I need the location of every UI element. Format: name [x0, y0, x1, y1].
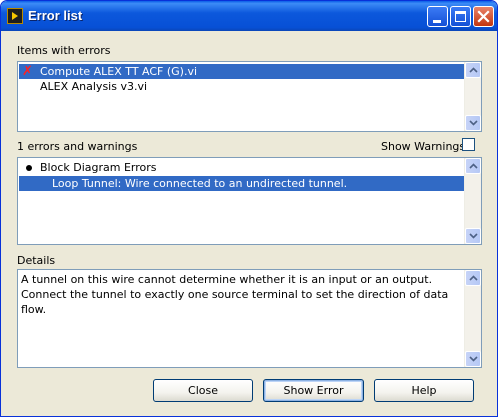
show-warnings-checkbox[interactable] [462, 138, 475, 151]
bullet-icon [26, 165, 32, 171]
show-warnings-label: Show Warnings [381, 140, 466, 153]
error-x-icon: ✗ [22, 64, 33, 79]
error-list-window: Error list Items with errors ✗ Compute A… [0, 0, 498, 417]
close-icon [477, 10, 490, 23]
chevron-up-icon [469, 163, 478, 169]
maximize-icon [455, 11, 466, 22]
list-item-label: Block Diagram Errors [40, 161, 157, 174]
minimize-button[interactable] [427, 6, 448, 27]
list-item-alex-analysis[interactable]: ALEX Analysis v3.vi [19, 79, 464, 94]
list-item-label: ALEX Analysis v3.vi [40, 80, 148, 93]
close-button[interactable]: Close [153, 379, 253, 402]
list-item-label: Loop Tunnel: Wire connected to an undire… [52, 177, 348, 190]
minimize-icon [433, 20, 441, 23]
show-error-button[interactable]: Show Error [263, 379, 364, 402]
errors-scrollbar[interactable] [464, 158, 481, 244]
details-text: A tunnel on this wire cannot determine w… [21, 273, 449, 316]
scroll-up-button[interactable] [465, 62, 481, 78]
scroll-up-button[interactable] [465, 270, 481, 286]
chevron-down-icon [469, 233, 478, 239]
scroll-down-button[interactable] [465, 115, 481, 131]
scroll-down-button[interactable] [465, 228, 481, 244]
items-with-errors-list[interactable]: ✗ Compute ALEX TT ACF (G).vi ALEX Analys… [17, 61, 482, 132]
window-title: Error list [28, 8, 83, 23]
labview-app-icon [7, 8, 23, 24]
chevron-down-icon [469, 120, 478, 126]
errors-warnings-list[interactable]: Block Diagram Errors Loop Tunnel: Wire c… [17, 157, 482, 245]
chevron-up-icon [469, 275, 478, 281]
chevron-down-icon [469, 356, 478, 362]
scroll-up-button[interactable] [465, 158, 481, 174]
items-with-errors-label: Items with errors [17, 44, 111, 57]
help-button[interactable]: Help [374, 379, 474, 402]
details-label: Details [17, 254, 56, 267]
chevron-up-icon [469, 67, 478, 73]
maximize-button[interactable] [450, 6, 471, 27]
title-bar[interactable]: Error list [1, 1, 497, 31]
scroll-down-button[interactable] [465, 351, 481, 367]
list-item-block-diagram-errors[interactable]: Block Diagram Errors [19, 160, 464, 175]
list-item-compute-alex[interactable]: ✗ Compute ALEX TT ACF (G).vi [19, 64, 464, 79]
errors-count-label: 1 errors and warnings [17, 140, 138, 153]
close-window-button[interactable] [473, 6, 494, 27]
details-textbox[interactable]: A tunnel on this wire cannot determine w… [17, 269, 482, 368]
details-scrollbar[interactable] [464, 270, 481, 367]
list-item-loop-tunnel-error[interactable]: Loop Tunnel: Wire connected to an undire… [19, 176, 464, 191]
list-item-label: Compute ALEX TT ACF (G).vi [40, 65, 198, 78]
items-scrollbar[interactable] [464, 62, 481, 131]
